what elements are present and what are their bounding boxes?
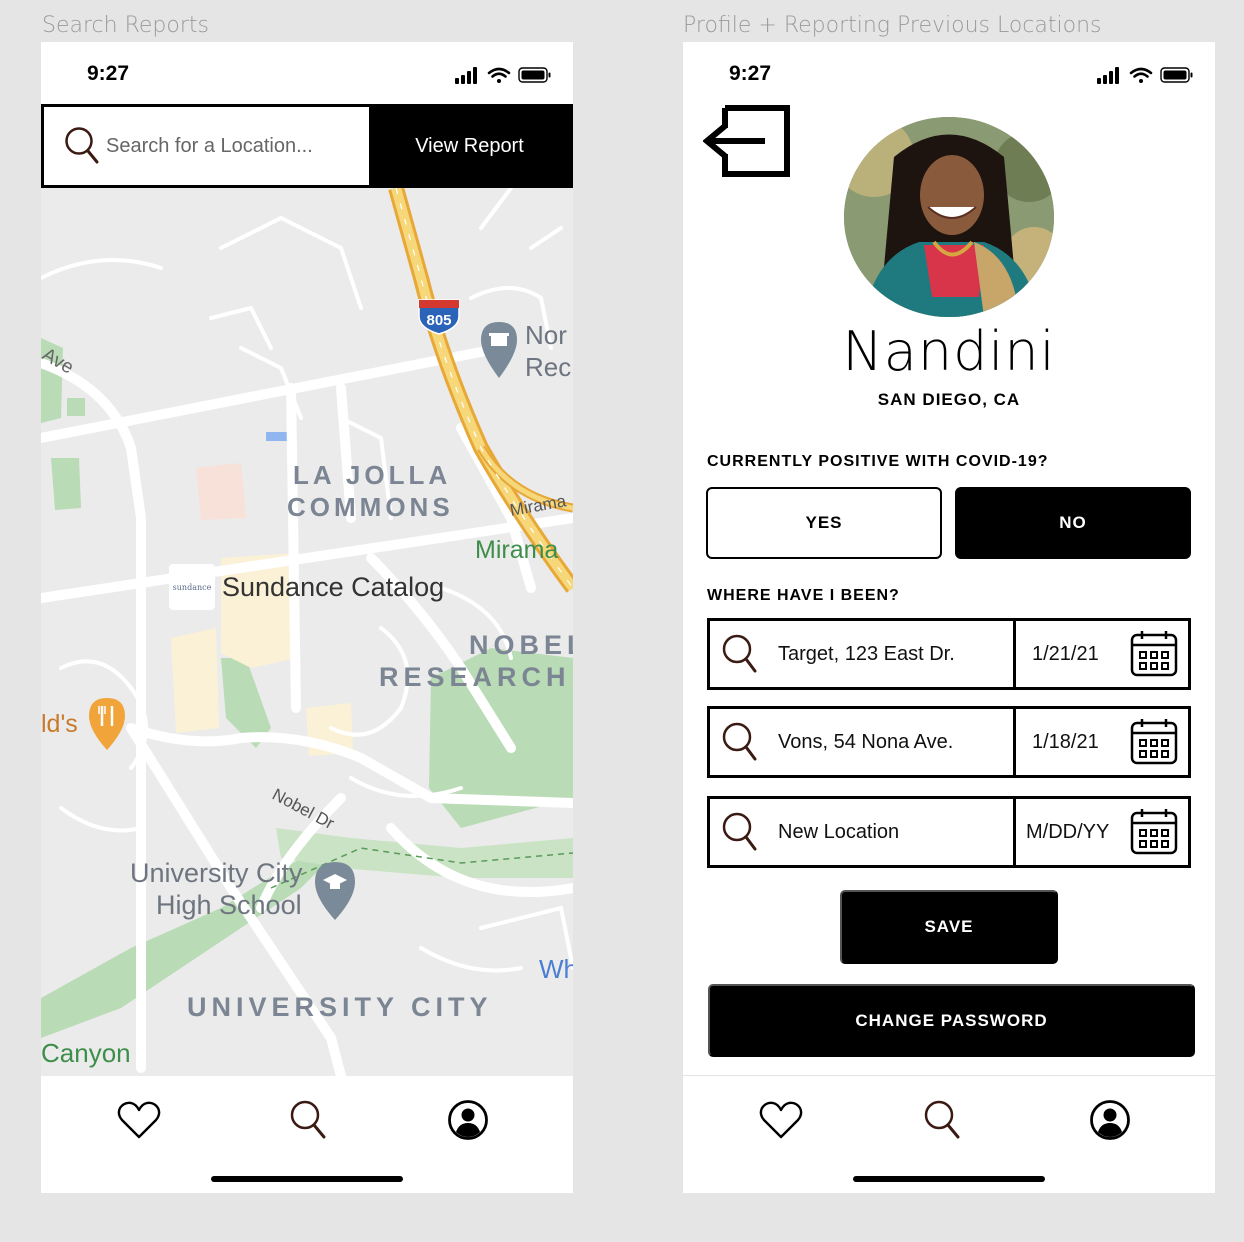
map-label-research: RESEARCH: [379, 662, 571, 692]
avatar-photo: [844, 117, 1054, 317]
status-bar: 9:27: [683, 42, 1215, 104]
visit-row: New Location M/DD/YY: [707, 796, 1191, 868]
map-label-mirama-park: Mirama: [475, 536, 558, 564]
signal-icon: [455, 67, 477, 84]
visit-date-text: 1/18/21: [1032, 730, 1099, 753]
map-label-nor: Nor: [525, 320, 567, 350]
map-label-rec: Rec: [525, 352, 571, 382]
calendar-icon[interactable]: [1130, 630, 1178, 678]
map-canvas: 805 Nor Rec Ave LA JOLLA COMMONS Mirama …: [41, 188, 573, 1076]
frame-label-profile: Profile + Reporting Previous Locations: [683, 13, 1102, 38]
search-icon: [722, 722, 757, 761]
search-icon: [290, 1100, 326, 1139]
tab-profile[interactable]: [446, 1098, 490, 1142]
visit-place-text: New Location: [778, 820, 900, 843]
search-reports-screen: 9:27 Search for a Location... View Repor…: [41, 42, 573, 1193]
where-have-i-been-label: WHERE HAVE I BEEN?: [707, 587, 900, 604]
yes-button[interactable]: YES: [706, 487, 942, 559]
school-pin-icon[interactable]: [315, 862, 355, 920]
visit-date-field[interactable]: 1/21/21: [1016, 621, 1188, 687]
map-label-sundance-catalog: Sundance Catalog: [222, 572, 444, 602]
map-label-university-city: University City: [130, 858, 303, 888]
interstate-805-shield: 805: [418, 299, 460, 335]
profile-screen: 9:27 Nandini SAN DIEGO, CA CURRENTLY POS…: [683, 42, 1215, 1193]
visit-place-text: Target, 123 East Dr.: [778, 642, 955, 665]
profile-location: SAN DIEGO, CA: [877, 390, 1021, 409]
battery-icon: [1160, 67, 1193, 83]
heart-icon: [759, 1101, 803, 1139]
profile-icon: [448, 1100, 488, 1140]
visit-row: Vons, 54 Nona Ave. 1/18/21: [707, 706, 1191, 778]
wifi-icon: [1129, 67, 1153, 83]
logout-icon[interactable]: [703, 104, 793, 182]
calendar-icon[interactable]: [1130, 718, 1178, 766]
status-icons: [1097, 67, 1193, 84]
wifi-icon: [487, 67, 511, 83]
status-time: 9:27: [87, 62, 130, 85]
tab-search[interactable]: [287, 1098, 331, 1142]
tab-favorites[interactable]: [117, 1098, 161, 1142]
avatar: [844, 117, 1054, 317]
visit-place-field[interactable]: Target, 123 East Dr.: [710, 621, 1016, 687]
tab-profile[interactable]: [1088, 1098, 1132, 1142]
tab-favorites[interactable]: [759, 1098, 803, 1142]
tab-search[interactable]: [921, 1098, 965, 1142]
visit-date-text: 1/21/21: [1032, 642, 1099, 665]
map-label-la-jolla: LA JOLLA: [293, 460, 451, 490]
covid-question-label: CURRENTLY POSITIVE WITH COVID-19?: [707, 453, 1049, 470]
home-indicator: [853, 1176, 1045, 1182]
map-label-wh: Wh: [539, 954, 573, 984]
visit-place-field[interactable]: New Location: [710, 799, 1016, 865]
map-label-sundance-logo: sundance: [173, 583, 212, 592]
map-label-commons: COMMONS: [287, 492, 454, 522]
no-button[interactable]: NO: [955, 487, 1191, 559]
search-bar: View Report: [41, 104, 573, 188]
restaurant-pin-icon[interactable]: [89, 698, 125, 750]
profile-icon: [1090, 1100, 1130, 1140]
status-icons: [455, 67, 551, 84]
calendar-icon[interactable]: [1130, 808, 1178, 856]
map-view[interactable]: 805 Nor Rec Ave LA JOLLA COMMONS Mirama …: [41, 188, 573, 1076]
map-label-nobel: NOBEL: [469, 630, 573, 660]
status-bar: 9:27: [41, 42, 573, 104]
signal-icon: [1097, 67, 1119, 84]
map-label-lds: ld's: [41, 710, 78, 738]
map-label-canyon: Canyon: [41, 1038, 131, 1068]
search-icon: [65, 127, 99, 164]
visit-place-field[interactable]: Vons, 54 Nona Ave.: [710, 709, 1016, 775]
search-input[interactable]: [106, 134, 346, 158]
map-label-high-school: High School: [156, 890, 302, 920]
profile-name: Nandini: [842, 320, 1056, 383]
visit-place-text: Vons, 54 Nona Ave.: [778, 730, 954, 753]
visit-row: Target, 123 East Dr. 1/21/21: [707, 618, 1191, 690]
search-field[interactable]: [44, 107, 369, 185]
status-time: 9:27: [729, 62, 772, 85]
museum-pin-icon[interactable]: [481, 322, 517, 378]
visit-date-text: M/DD/YY: [1026, 820, 1110, 843]
change-password-button[interactable]: CHANGE PASSWORD: [708, 984, 1195, 1057]
map-label-805: 805: [426, 312, 451, 329]
heart-icon: [117, 1101, 161, 1139]
search-icon: [722, 812, 757, 851]
search-icon: [722, 634, 757, 673]
visit-date-field[interactable]: 1/18/21: [1016, 709, 1188, 775]
home-indicator: [211, 1176, 403, 1182]
search-icon: [924, 1100, 960, 1139]
visit-date-field[interactable]: M/DD/YY: [1016, 799, 1188, 865]
save-button[interactable]: SAVE: [840, 890, 1058, 964]
sundance-logo-marker[interactable]: sundance: [169, 564, 215, 610]
frame-label-search-reports: Search Reports: [42, 13, 209, 38]
battery-icon: [518, 67, 551, 83]
view-report-button[interactable]: View Report: [369, 107, 570, 185]
map-label-university-city-area: UNIVERSITY CITY: [187, 992, 493, 1022]
